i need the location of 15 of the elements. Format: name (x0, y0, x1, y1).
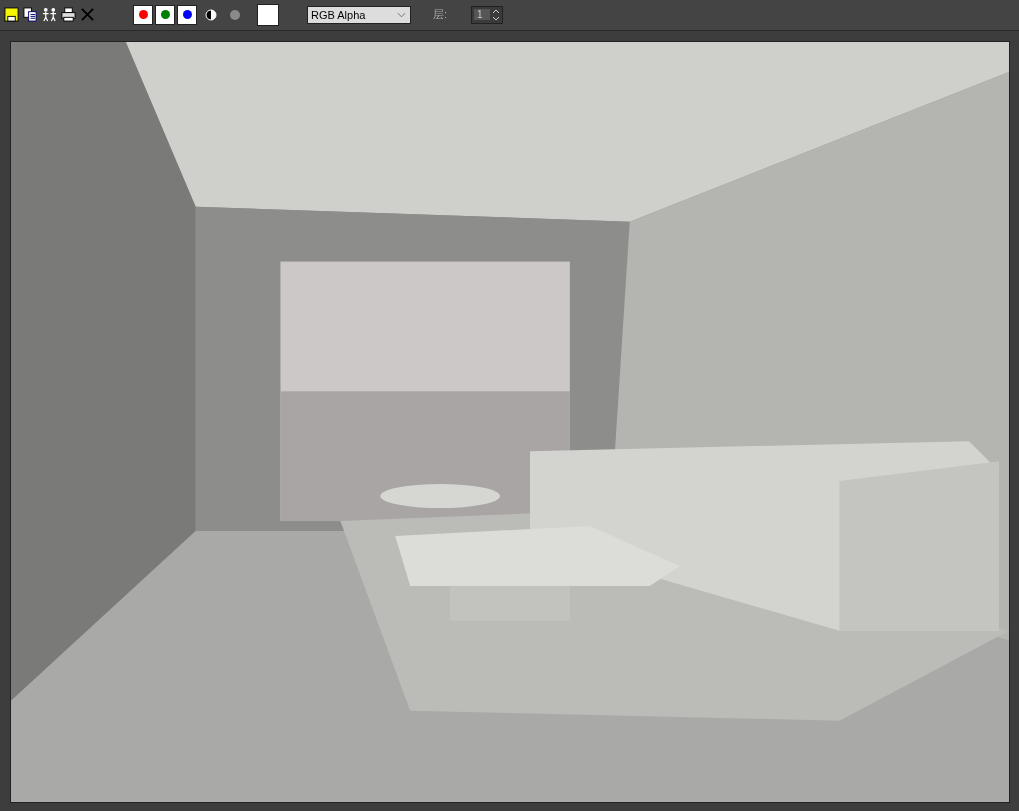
copy-icon[interactable] (23, 7, 38, 23)
layer-label: 层: (433, 7, 448, 23)
people-icon[interactable] (42, 7, 57, 23)
color-swatch[interactable] (257, 3, 279, 26)
caret-icon (397, 11, 406, 18)
spinner-arrows-icon[interactable] (492, 7, 501, 22)
contrast-icon[interactable] (205, 8, 217, 21)
channel-toggle[interactable] (177, 4, 197, 25)
layer-spinner[interactable]: 1 (471, 5, 504, 24)
save-icon[interactable] (4, 7, 19, 23)
channel-dropdown[interactable]: RGB Alpha (307, 5, 411, 24)
print-icon[interactable] (61, 7, 76, 23)
channel-toggle[interactable] (155, 4, 175, 25)
channel-toggle[interactable] (133, 4, 153, 25)
mono-icon[interactable] (229, 8, 241, 21)
